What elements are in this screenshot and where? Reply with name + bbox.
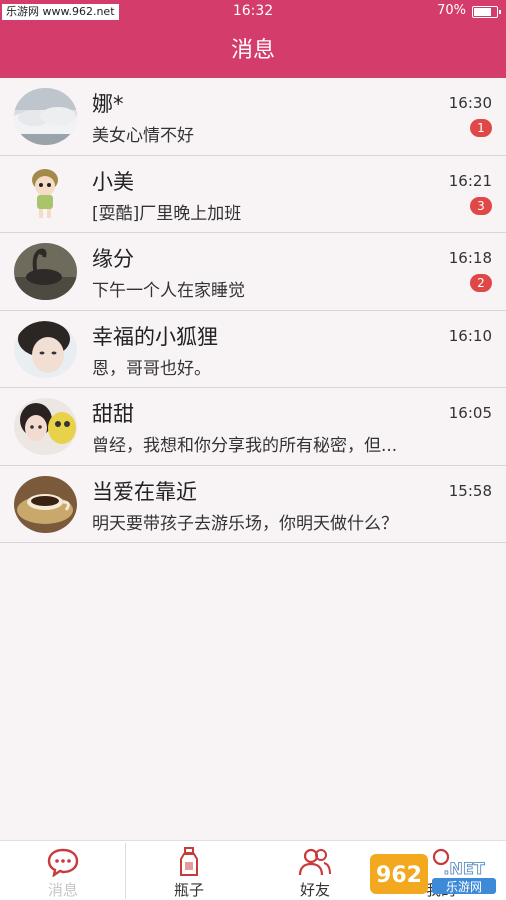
conversation-row[interactable]: 娜* 美女心情不好 16:30 1 — [0, 78, 506, 156]
avatar — [14, 320, 77, 378]
status-time: 16:32 — [232, 3, 274, 19]
message-time: 16:18 — [448, 249, 492, 267]
contact-name: 甜甜 — [92, 402, 134, 426]
svg-text:乐游网: 乐游网 — [446, 880, 482, 894]
message-time: 16:30 — [448, 94, 492, 112]
tab-friends[interactable]: 好友 — [252, 841, 378, 900]
battery-percentage: 70% — [437, 3, 466, 18]
contact-name: 小美 — [92, 169, 134, 194]
contact-name: 当爱在靠近 — [92, 479, 197, 504]
page-title: 消息 — [0, 24, 506, 78]
tab-bottle[interactable]: 瓶子 — [126, 841, 252, 900]
conversation-row[interactable]: 缘分 下午一个人在家睡觉 16:18 2 — [0, 233, 506, 311]
message-time: 16:05 — [448, 404, 492, 422]
avatar — [14, 475, 77, 533]
message-time: 16:10 — [448, 326, 492, 345]
conversation-row[interactable]: 当爱在靠近 明天要带孩子去游乐场，你明天做什么？ 15:58 — [0, 465, 506, 543]
svg-text:.NET: .NET — [443, 859, 484, 878]
message-time: 16:21 — [448, 171, 492, 190]
message-preview: 曾经，我想和你分享我的所有秘密，但... — [92, 436, 398, 456]
tab-label: 好友 — [299, 881, 330, 899]
message-preview: 美女心情不好 — [92, 126, 194, 146]
avatar — [14, 398, 77, 455]
message-preview: 恩，哥哥也好。 — [92, 358, 211, 379]
message-time: 15:58 — [448, 481, 492, 500]
battery-level-fill — [474, 8, 491, 16]
unread-badge: 1 — [470, 119, 492, 137]
svg-text:962: 962 — [376, 863, 422, 888]
conversation-row[interactable]: 甜甜 曾经，我想和你分享我的所有秘密，但... 16:05 — [0, 388, 506, 466]
status-bar: 乐游网 www.962.net 16:32 70% — [0, 0, 506, 24]
avatar — [14, 88, 77, 145]
tab-messages[interactable]: 消息 — [0, 841, 126, 900]
tab-label: 瓶子 — [173, 881, 204, 899]
battery-icon — [472, 6, 501, 18]
conversation-row[interactable]: 小美 [耍酷]厂里晚上加班 16:21 3 — [0, 155, 506, 233]
contact-name: 缘分 — [92, 247, 134, 271]
chat-bubble-icon — [47, 848, 79, 877]
message-preview: 明天要带孩子去游乐场，你明天做什么？ — [92, 513, 398, 534]
watermark-logo: 962 .NET 乐游网 — [370, 854, 496, 894]
message-preview: [耍酷]厂里晚上加班 — [92, 203, 242, 224]
unread-badge: 3 — [470, 196, 492, 215]
message-preview: 下午一个人在家睡觉 — [92, 281, 245, 301]
conversation-row[interactable]: 幸福的小狐狸 恩，哥哥也好。 16:10 — [0, 310, 506, 388]
contact-name: 娜* — [92, 92, 124, 116]
conversation-list: 娜* 美女心情不好 16:30 1 小美 [耍酷]厂里晚上加班 16:21 3 — [0, 78, 506, 543]
contact-name: 幸福的小狐狸 — [92, 324, 218, 349]
bottle-icon — [180, 847, 198, 876]
unread-badge: 2 — [470, 274, 492, 292]
avatar — [14, 243, 77, 300]
friends-icon — [298, 848, 331, 876]
tab-label: 消息 — [47, 881, 78, 899]
avatar — [14, 165, 77, 223]
